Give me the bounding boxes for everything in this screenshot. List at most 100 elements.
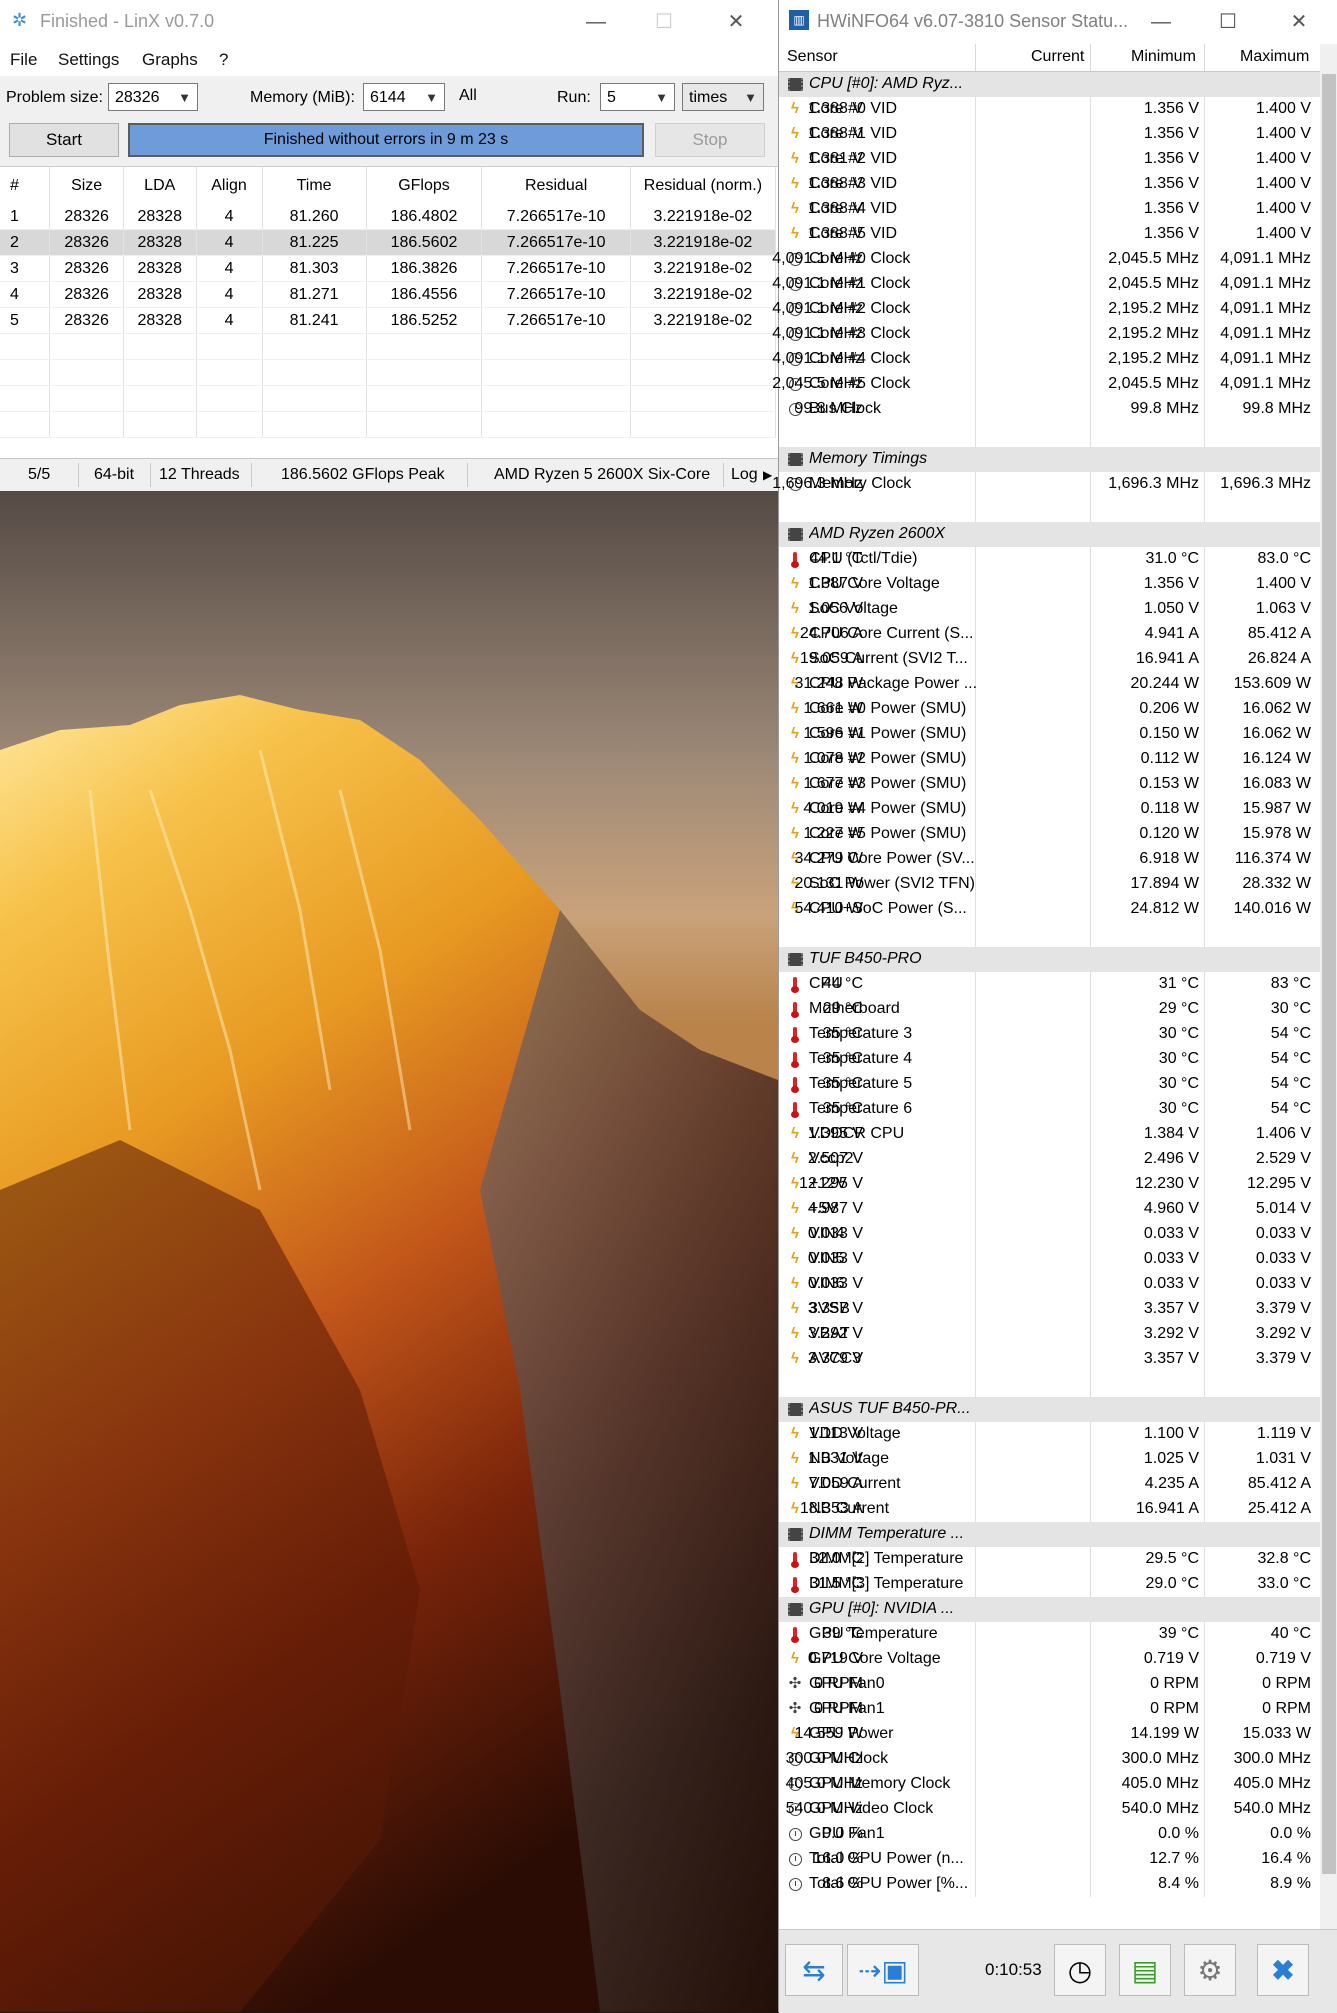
menu-graphs[interactable]: Graphs (142, 50, 198, 70)
col-header[interactable]: Time (262, 167, 367, 204)
sensor-row[interactable]: ϟ CPU Core Power (SV... 34.279 W 6.918 W 116… (779, 847, 1320, 872)
sensor-row[interactable]: Core #3 Clock 4,091.1 MHz 2,195.2 MHz 4,091… (772, 322, 1320, 347)
sensor-row[interactable]: ϟ VBAT 3.292 V 3.292 V 3.292 V (779, 1322, 1320, 1347)
sensor-row[interactable]: ϟ GPU Power 14.559 W 14.199 W 15.033 W (779, 1722, 1320, 1747)
col-header[interactable]: # (0, 167, 51, 204)
run-count-combo[interactable]: 5 ▼ (600, 83, 675, 111)
sensor-row[interactable]: ϟ +12V 12.295 V 12.230 V 12.295 V (779, 1172, 1320, 1197)
sensor-row[interactable]: ϟ VDDCR CPU 1.395 V 1.384 V 1.406 V (779, 1122, 1320, 1147)
col-header-sensor[interactable]: Sensor (787, 48, 838, 66)
sensor-row[interactable]: Bus Clock 99.8 MHz 99.8 MHz 99.8 MHz (779, 397, 1320, 422)
sensor-row[interactable]: ϟ AVCC3 3.379 V 3.357 V 3.379 V (779, 1347, 1320, 1372)
sensor-group-header[interactable]: GPU [#0]: NVIDIA ... (779, 1597, 1320, 1622)
sensor-row[interactable]: Core #0 Clock 4,091.1 MHz 2,045.5 MHz 4,091… (772, 247, 1320, 272)
sensor-row[interactable]: GPU Fan1 0.0 % 0.0 % 0.0 % (779, 1822, 1320, 1847)
sensor-row[interactable]: ϟ CPU Core Current (S... 24.706 A 4.941 A 85… (779, 622, 1320, 647)
col-header[interactable]: Residual (481, 167, 631, 204)
result-row[interactable]: 2 28326 28328 4 81.225 186.5602 7.266517e-10 3.… (0, 229, 777, 256)
run-unit-combo[interactable]: times ▼ (682, 83, 764, 111)
sensor-row[interactable]: DIMM[3] Temperature 31.5 °C 29.0 °C 33.0 °C (779, 1572, 1320, 1597)
arrows-left-right-icon[interactable]: ⇆ (785, 1944, 843, 1996)
result-row[interactable]: 3 28326 28328 4 81.303 186.3826 7.266517e-10 3.… (0, 255, 777, 282)
sensor-group-header[interactable]: TUF B450-PRO (779, 947, 1320, 972)
sensor-row[interactable]: Temperature 6 35 °C 30 °C 54 °C (779, 1097, 1320, 1122)
sensor-row[interactable]: GPU Temperature 39 °C 39 °C 40 °C (779, 1622, 1320, 1647)
sensor-row[interactable]: ϟ Core #5 VID 1.388 V 1.356 V 1.400 V (779, 222, 1320, 247)
close-button[interactable]: ✕ (722, 8, 750, 36)
sensor-row[interactable]: ϟ GPU Core Voltage 0.719 V 0.719 V 0.719 V (779, 1647, 1320, 1672)
col-header-minimum[interactable]: Minimum (1131, 48, 1196, 66)
sensor-row[interactable]: ϟ Core #4 Power (SMU) 4.019 W 0.118 W 15.987… (779, 797, 1320, 822)
all-button[interactable]: All (459, 87, 477, 105)
sensor-row[interactable]: ϟ Core #0 VID 1.388 V 1.356 V 1.400 V (779, 97, 1320, 122)
sensor-row[interactable]: ϟ Core #2 Power (SMU) 1.078 W 0.112 W 16.124… (779, 747, 1320, 772)
sensor-row[interactable]: ϟ CPU Core Voltage 1.387 V 1.356 V 1.400 V (779, 572, 1320, 597)
add-report-icon[interactable]: ▤ (1119, 1944, 1171, 1996)
sensor-row[interactable]: Core #2 Clock 4,091.1 MHz 2,195.2 MHz 4,091… (772, 297, 1320, 322)
sensor-row[interactable]: Motherboard 29 °C 29 °C 30 °C (779, 997, 1320, 1022)
sensor-row[interactable]: ϟ +5V 4.987 V 4.960 V 5.014 V (779, 1197, 1320, 1222)
sensor-group-header[interactable]: AMD Ryzen 2600X (779, 522, 1320, 547)
col-header-maximum[interactable]: Maximum (1240, 48, 1309, 66)
clock-icon[interactable]: ◷ (1054, 1944, 1106, 1996)
sensor-row[interactable]: ϟ 3VSB 3.357 V 3.357 V 3.379 V (779, 1297, 1320, 1322)
sensor-row[interactable]: Core #5 Clock 2,045.5 MHz 2,045.5 MHz 4,091… (772, 372, 1320, 397)
sensor-row[interactable]: Memory Clock 1,696.3 MHz 1,696.3 MHz 1,696.… (772, 472, 1320, 497)
sensor-row[interactable]: ϟ NB Voltage 1.031 V 1.025 V 1.031 V (779, 1447, 1320, 1472)
sensor-row[interactable]: ϟ SoC Current (SVI2 T... 19.059 A 16.941 A2… (779, 647, 1320, 672)
sensor-row[interactable]: GPU Video Clock 540.0 MHz 540.0 MHz 540.0 M… (779, 1797, 1320, 1822)
sensor-row[interactable]: ϟ VDD Voltage 1.113 V 1.100 V 1.119 V (779, 1422, 1320, 1447)
close-button[interactable]: ✕ (1285, 8, 1313, 36)
sensor-group-header[interactable]: DIMM Temperature ... (779, 1522, 1320, 1547)
sensor-scrollbar[interactable] (1320, 44, 1337, 1929)
sensor-row[interactable]: Temperature 5 35 °C 30 °C 54 °C (779, 1072, 1320, 1097)
sensor-row[interactable]: Core #4 Clock 4,091.1 MHz 2,195.2 MHz 4,091… (772, 347, 1320, 372)
col-header[interactable]: GFlops (366, 167, 483, 204)
sensor-row[interactable]: Total GPU Power (n... 16.0 % 12.7 % 16.4 % (779, 1847, 1320, 1872)
sensor-row[interactable]: Total GPU Power [%... 8.6 % 8.4 % 8.9 % (779, 1872, 1320, 1897)
sensor-row[interactable]: ϟ CPU+SoC Power (S... 54.410 W 24.812 W 140.… (779, 897, 1320, 922)
sensor-row[interactable]: Temperature 3 35 °C 30 °C 54 °C (779, 1022, 1320, 1047)
network-monitor-icon[interactable]: ⇢▣ (847, 1944, 919, 1996)
col-header[interactable]: Size (49, 167, 124, 204)
col-header-current[interactable]: Current (1031, 48, 1084, 66)
sensor-row[interactable]: ϟ NB Current 18.353 A 16.941 A 25.412 A (779, 1497, 1320, 1522)
sensor-row[interactable]: ϟ Core #1 Power (SMU) 1.596 W 0.150 W 16.062… (779, 722, 1320, 747)
hwinfo-titlebar[interactable]: ▥ HWiNFO64 v6.07-3810 Sensor Statu... — … (779, 0, 1337, 44)
sensor-row[interactable]: ϟ Core #3 Power (SMU) 1.677 W 0.153 W 16.083… (779, 772, 1320, 797)
sensor-row[interactable]: ϟ VDD Current 7.059 A 4.235 A 85.412 A (779, 1472, 1320, 1497)
gear-icon[interactable]: ⚙ (1184, 1944, 1236, 1996)
close-icon[interactable]: ✖ (1257, 1944, 1309, 1996)
maximize-button[interactable]: ☐ (1214, 8, 1242, 36)
menu-settings[interactable]: Settings (58, 50, 119, 70)
minimize-button[interactable]: — (582, 8, 610, 36)
minimize-button[interactable]: — (1147, 8, 1175, 36)
sensor-row[interactable]: Core #1 Clock 4,091.1 MHz 2,045.5 MHz 4,091… (772, 272, 1320, 297)
sensor-row[interactable]: ϟ Vccp2 2.507 V 2.496 V 2.529 V (779, 1147, 1320, 1172)
sensor-row[interactable]: ϟ CPU Package Power ... 31.248 W 20.244 W 15… (779, 672, 1320, 697)
sensor-group-header[interactable]: CPU [#0]: AMD Ryz... (779, 72, 1320, 97)
sensor-row[interactable]: ϟ SoC Power (SVI2 TFN) 20.131 W 17.894 W 28.… (779, 872, 1320, 897)
sensor-row[interactable]: ϟ Core #5 Power (SMU) 1.227 W 0.120 W 15.978… (779, 822, 1320, 847)
result-row[interactable]: 1 28326 28328 4 81.260 186.4802 7.266517e-10 3.… (0, 204, 777, 230)
result-row[interactable]: 5 28326 28328 4 81.241 186.5252 7.266517e-10 3.… (0, 307, 777, 334)
sensor-group-header[interactable]: Memory Timings (779, 447, 1320, 472)
sensor-row[interactable]: CPU 44 °C 31 °C 83 °C (779, 972, 1320, 997)
sensor-row[interactable]: DIMM[2] Temperature 32.0 °C 29.5 °C 32.8 °C (779, 1547, 1320, 1572)
stop-button[interactable]: Stop (655, 123, 765, 157)
col-header[interactable]: LDA (123, 167, 197, 204)
menu-file[interactable]: File (10, 50, 37, 70)
sensor-row[interactable]: ϟ Core #1 VID 1.388 V 1.356 V 1.400 V (779, 122, 1320, 147)
sensor-row[interactable]: ϟ Core #0 Power (SMU) 1.661 W 0.206 W 16.062… (779, 697, 1320, 722)
sensor-row[interactable]: ϟ Core #2 VID 1.381 V 1.356 V 1.400 V (779, 147, 1320, 172)
sensor-row[interactable]: GPU Memory Clock 405.0 MHz 405.0 MHz 405.0 … (779, 1772, 1320, 1797)
sensor-row[interactable]: ϟ Core #4 VID 1.388 V 1.356 V 1.400 V (779, 197, 1320, 222)
sensor-row[interactable]: ϟ Core #3 VID 1.388 V 1.356 V 1.400 V (779, 172, 1320, 197)
memory-combo[interactable]: 6144 ▼ (363, 83, 445, 111)
menu-help[interactable]: ? (219, 50, 228, 70)
sensor-row[interactable]: ϟ SoC Voltage 1.056 V 1.050 V 1.063 V (779, 597, 1320, 622)
scrollbar-thumb[interactable] (1322, 74, 1336, 1874)
sensor-row[interactable]: ϟ VIN6 0.033 V 0.033 V 0.033 V (779, 1272, 1320, 1297)
sensor-row[interactable]: ϟ VIN4 0.033 V 0.033 V 0.033 V (779, 1222, 1320, 1247)
sensor-row[interactable]: CPU (Tctl/Tdie) 44.1 °C 31.0 °C 83.0 °C (779, 547, 1320, 572)
